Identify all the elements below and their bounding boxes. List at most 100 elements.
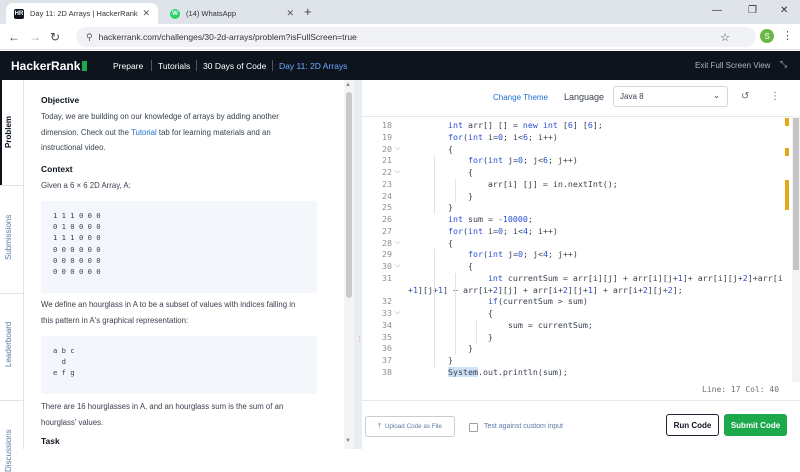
nav-30-days-of-code[interactable]: 30 Days of Code	[203, 61, 266, 71]
scroll-down-arrow-icon[interactable]: ▼	[345, 438, 351, 444]
code-line[interactable]: for(int i=0; i<6; i++)	[408, 132, 558, 142]
editor-scrollbar-thumb[interactable]	[793, 118, 799, 270]
change-theme-button[interactable]: Change Theme	[493, 93, 548, 102]
fold-chevron-icon[interactable]: ⌵	[395, 262, 400, 270]
code-line[interactable]: }	[408, 355, 453, 365]
code-line[interactable]: {	[408, 144, 453, 154]
code-line[interactable]: {	[408, 261, 473, 271]
line-number: 36	[382, 343, 392, 354]
code-line[interactable]: }	[408, 202, 453, 212]
code-line[interactable]: int currentSum = arr[i][j] + arr[i][j+1]…	[408, 273, 783, 283]
code-line[interactable]: sum = currentSum;	[408, 320, 593, 330]
indent-guide	[434, 155, 435, 214]
nav-separator	[272, 60, 273, 71]
problem-description: Objective Today, we are building on our …	[24, 80, 344, 449]
close-tab-icon[interactable]: ✕	[286, 8, 294, 19]
code-row: 0 0 0 0 0 0	[53, 244, 101, 254]
profile-avatar[interactable]: S	[760, 29, 774, 43]
back-arrow-icon[interactable]: ←	[8, 30, 20, 44]
line-number: 24	[382, 190, 392, 201]
reset-code-icon[interactable]: ↺	[741, 91, 749, 102]
side-tab-problem[interactable]: Problem	[4, 116, 13, 148]
line-number: 19	[382, 131, 392, 142]
objective-fragment: tab for learning materials and an	[156, 127, 271, 137]
whatsapp-favicon-icon: W	[170, 8, 180, 19]
editor-footer: ⤒ Upload Code as File Test against custom…	[362, 400, 800, 449]
browser-tab-hackerrank[interactable]: HR Day 11: 2D Arrays | HackerRank ✕	[6, 3, 158, 24]
objective-line: Today, we are building on our knowledge …	[41, 112, 279, 121]
exit-full-screen-link[interactable]: Exit Full Screen View	[695, 61, 770, 70]
indent-guide	[476, 319, 477, 344]
code-line[interactable]: for(int i=0; i<4; i++)	[408, 226, 558, 236]
code-line[interactable]: {	[408, 238, 453, 248]
code-line[interactable]: }	[408, 191, 473, 201]
code-line[interactable]: +1][j+1] + arr[i+2][j] + arr[i+2][j+1] +…	[408, 285, 683, 295]
browser-tab-whatsapp[interactable]: W (14) WhatsApp ✕	[162, 3, 302, 24]
side-tab-divider	[0, 293, 24, 294]
code-line[interactable]: }	[408, 332, 493, 342]
custom-input-checkbox[interactable]	[469, 423, 478, 432]
code-area[interactable]: 18 19 20 ⌵ 21 22 ⌵ 23 24 25 26 27 28 ⌵ 29 30 ⌵ 31 32 33 ⌵ 34 3…	[362, 116, 792, 382]
language-value: Java 8	[620, 92, 644, 101]
code-line[interactable]: {	[408, 167, 473, 177]
close-tab-icon[interactable]: ✕	[142, 8, 150, 19]
code-row: 1 1 1 0 0 0	[53, 233, 101, 243]
tab-title: (14) WhatsApp	[186, 9, 237, 18]
address-bar[interactable]: ⚲ hackerrank.com/challenges/30-2d-arrays…	[76, 27, 756, 47]
nav-prepare[interactable]: Prepare	[113, 61, 143, 71]
language-select[interactable]: Java 8 ⌄	[613, 86, 728, 107]
objective-heading: Objective	[41, 95, 80, 105]
upload-code-button[interactable]: ⤒ Upload Code as File	[365, 416, 455, 437]
fold-chevron-icon[interactable]: ⌵	[395, 145, 400, 153]
bookmark-star-icon[interactable]: ☆	[720, 31, 730, 44]
array-rows: 1 1 1 0 0 00 1 0 0 0 01 1 1 0 0 00 0 0 0…	[41, 201, 317, 286]
line-number-gutter: 18 19 20 ⌵ 21 22 ⌵ 23 24 25 26 27 28 ⌵ 29 30 ⌵ 31 32 33 ⌵ 34 3…	[362, 117, 408, 382]
code-line[interactable]: arr[i] [j] = in.nextInt();	[408, 179, 618, 189]
active-tab-indicator	[0, 80, 2, 185]
line-number: 30	[382, 261, 392, 271]
reload-icon[interactable]: ↻	[50, 30, 60, 44]
browser-menu-icon[interactable]: ⋮	[782, 29, 793, 42]
objective-text: Today, we are building on our knowledge …	[41, 109, 331, 156]
line-number: 20	[382, 143, 392, 154]
editor-scrollbar[interactable]	[792, 116, 800, 382]
minimize-window-icon[interactable]: —	[712, 5, 722, 16]
hackerrank-logo[interactable]: HackerRank	[11, 59, 88, 73]
fold-chevron-icon[interactable]: ⌵	[395, 309, 400, 317]
line-number: 37	[382, 355, 392, 365]
tutorial-link[interactable]: Tutorial	[131, 128, 157, 137]
pattern-rows: a b c de f g	[41, 336, 317, 388]
editor-menu-icon[interactable]: ⋮	[770, 91, 780, 102]
chevron-down-icon: ⌄	[713, 91, 720, 100]
problem-scrollbar[interactable]: ▲ ▼	[344, 80, 354, 449]
side-tab-discussions[interactable]: Discussions	[4, 429, 13, 472]
scrollbar-thumb[interactable]	[346, 92, 352, 298]
run-code-button[interactable]: Run Code	[666, 414, 719, 436]
close-window-icon[interactable]: ✕	[780, 5, 788, 16]
indent-guide	[455, 178, 456, 203]
task-heading: Task	[41, 436, 60, 446]
submit-code-button[interactable]: Submit Code	[724, 414, 787, 436]
custom-input-label[interactable]: Test against custom input	[484, 423, 563, 430]
forward-arrow-icon[interactable]: →	[29, 30, 41, 44]
site-info-icon[interactable]: ⚲	[86, 32, 93, 43]
new-tab-plus-icon[interactable]: +	[304, 4, 312, 19]
nav-tutorials[interactable]: Tutorials	[158, 61, 190, 71]
fold-chevron-icon[interactable]: ⌵	[395, 239, 400, 247]
scroll-up-arrow-icon[interactable]: ▲	[345, 82, 351, 88]
exit-full-screen-icon[interactable]: ⤡	[780, 59, 787, 70]
code-line[interactable]: int sum = -10000;	[408, 214, 533, 224]
restore-window-icon[interactable]: ❐	[748, 5, 757, 16]
objective-line: instructional video.	[41, 143, 106, 152]
editor-toolbar: Change Theme Language Java 8 ⌄ ↺ ⋮	[362, 80, 800, 114]
pane-resize-handle[interactable]: ⋮	[354, 80, 363, 449]
code-line[interactable]: {	[408, 308, 493, 318]
indent-guide	[455, 272, 456, 355]
code-line[interactable]: }	[408, 343, 473, 353]
fold-chevron-icon[interactable]: ⌵	[395, 168, 400, 176]
code-line[interactable]: System.out.println(sum);	[408, 366, 568, 377]
browser-toolbar: ← → ↻ ⚲ hackerrank.com/challenges/30-2d-…	[0, 24, 800, 50]
code-line[interactable]: int arr[] [] = new int [6] [6];	[408, 120, 603, 130]
side-tab-leaderboard[interactable]: Leaderboard	[4, 322, 13, 367]
side-tab-submissions[interactable]: Submissions	[4, 215, 13, 260]
